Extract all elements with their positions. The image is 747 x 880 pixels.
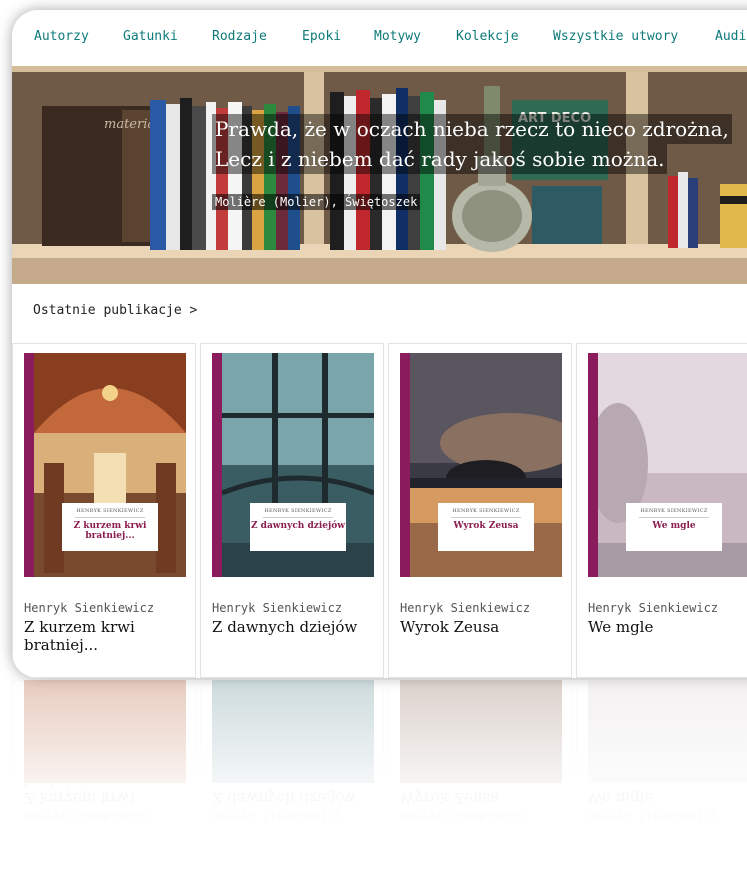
cover-label-author: HENRYK SIENKIEWICZ	[76, 508, 144, 514]
nav-item-rodzaje[interactable]: Rodzaje	[212, 29, 267, 44]
cover-label-title: Z kurzem krwi bratniej...	[73, 521, 147, 541]
book-title[interactable]: Z dawnych dziejów	[212, 618, 377, 636]
cover-stripe	[24, 353, 34, 577]
nav-item-gatunki[interactable]: Gatunki	[123, 29, 178, 44]
book-card[interactable]: HENRYK SIENKIEWICZ Wyrok Zeusa Henryk Si…	[388, 343, 572, 678]
book-title[interactable]: We mgle	[588, 618, 747, 636]
page-surface: Autorzy Gatunki Rodzaje Epoki Motywy Kol…	[12, 10, 747, 678]
cover-label-author: HENRYK SIENKIEWICZ	[640, 508, 708, 514]
book-author[interactable]: Henryk Sienkiewicz	[400, 601, 530, 615]
hero-banner[interactable]: materials ART DECO Prawda, że w oczach n…	[12, 66, 747, 284]
book-grid: HENRYK SIENKIEWICZ Z kurzem krwi bratnie…	[12, 343, 747, 678]
cover-stripe	[400, 353, 410, 577]
cover-label-author: HENRYK SIENKIEWICZ	[452, 508, 520, 514]
cover-stripe	[588, 353, 598, 577]
book-author[interactable]: Henryk Sienkiewicz	[212, 601, 342, 615]
cover-label: HENRYK SIENKIEWICZ Z kurzem krwi bratnie…	[62, 503, 158, 551]
hero-quote: Prawda, że w oczach nieba rzecz to nieco…	[212, 114, 732, 174]
book-card[interactable]: HENRYK SIENKIEWICZ We mgle Henryk Sienki…	[576, 343, 747, 678]
book-title[interactable]: Z kurzem krwi bratniej...	[24, 618, 189, 654]
nav-item-wszystkie-utwory[interactable]: Wszystkie utwory	[553, 29, 678, 44]
cover-label: HENRYK SIENKIEWICZ Z dawnych dziejów	[250, 503, 346, 551]
book-cover[interactable]: HENRYK SIENKIEWICZ Z kurzem krwi bratnie…	[24, 353, 186, 577]
nav-item-motywy[interactable]: Motywy	[374, 29, 421, 44]
book-title[interactable]: Wyrok Zeusa	[400, 618, 565, 636]
cover-label-title: Z dawnych dziejów	[250, 521, 346, 531]
book-cover[interactable]: HENRYK SIENKIEWICZ Wyrok Zeusa	[400, 353, 562, 577]
cover-stripe	[212, 353, 222, 577]
recent-publications-link[interactable]: Ostatnie publikacje >	[33, 303, 197, 318]
cover-label-title: Wyrok Zeusa	[453, 521, 519, 531]
nav-item-epoki[interactable]: Epoki	[302, 29, 341, 44]
hero-quote-line1: Prawda, że w oczach nieba rzecz to nieco…	[212, 114, 732, 144]
cover-label: HENRYK SIENKIEWICZ Wyrok Zeusa	[438, 503, 534, 551]
main-nav: Autorzy Gatunki Rodzaje Epoki Motywy Kol…	[12, 10, 747, 64]
reflection-fade	[0, 680, 747, 880]
book-author[interactable]: Henryk Sienkiewicz	[24, 601, 154, 615]
cover-label: HENRYK SIENKIEWICZ We mgle	[626, 503, 722, 551]
cover-label-author: HENRYK SIENKIEWICZ	[264, 508, 332, 514]
hero-quote-author[interactable]: Molière (Molier), Świętoszek	[212, 194, 421, 210]
book-cover[interactable]: HENRYK SIENKIEWICZ We mgle	[588, 353, 747, 577]
nav-item-kolekcje[interactable]: Kolekcje	[456, 29, 519, 44]
cover-label-title: We mgle	[652, 521, 696, 531]
bookshelf-image: materials ART DECO	[12, 66, 747, 284]
nav-item-autorzy[interactable]: Autorzy	[34, 29, 89, 44]
book-author[interactable]: Henryk Sienkiewicz	[588, 601, 718, 615]
book-cover[interactable]: HENRYK SIENKIEWICZ Z dawnych dziejów	[212, 353, 374, 577]
book-card[interactable]: HENRYK SIENKIEWICZ Z kurzem krwi bratnie…	[12, 343, 196, 678]
hero-quote-line2: Lecz i z niebem dać rady jakoś sobie moż…	[212, 144, 668, 174]
nav-item-audiobooki[interactable]: Audi	[715, 29, 746, 44]
book-card[interactable]: HENRYK SIENKIEWICZ Z dawnych dziejów Hen…	[200, 343, 384, 678]
